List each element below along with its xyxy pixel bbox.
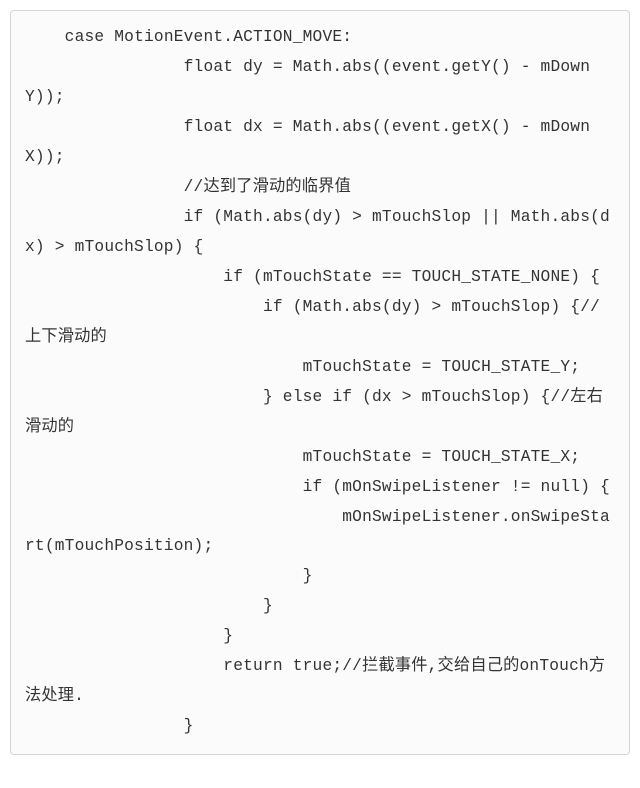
- code-content: case MotionEvent.ACTION_MOVE: float dy =…: [25, 23, 615, 742]
- code-block: case MotionEvent.ACTION_MOVE: float dy =…: [10, 10, 630, 755]
